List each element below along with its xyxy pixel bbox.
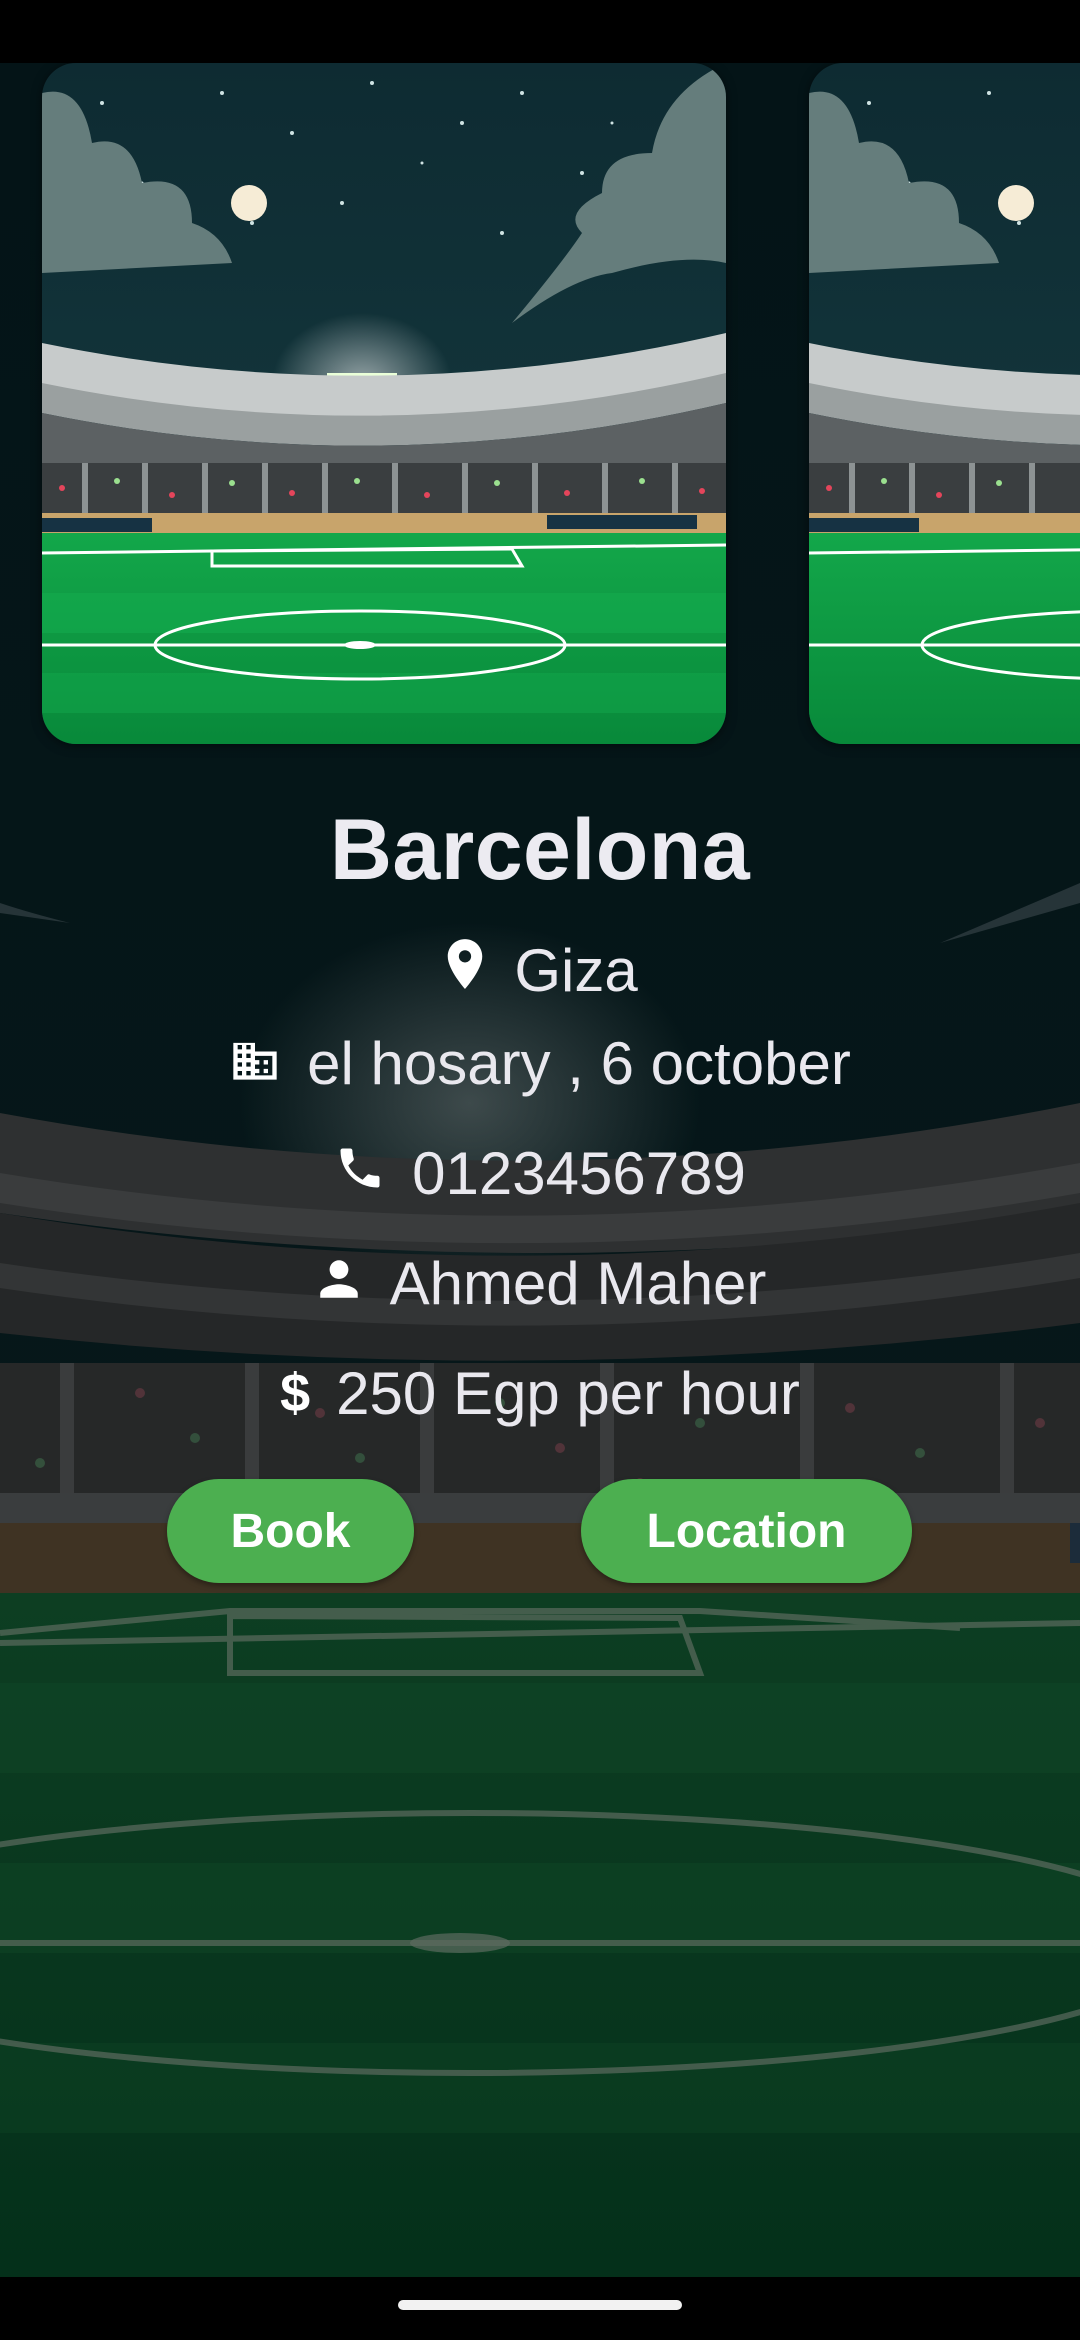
home-indicator[interactable] — [398, 2300, 682, 2310]
city-text: Giza — [514, 936, 638, 1004]
phone-row: 0123456789 — [0, 1125, 1080, 1221]
stadium-illustration — [809, 63, 1080, 744]
book-button[interactable]: Book — [167, 1479, 414, 1583]
stadium-illustration — [42, 63, 726, 744]
person-icon — [314, 1249, 364, 1318]
price-row: $ 250 Egp per hour — [0, 1345, 1080, 1441]
address-row: el hosary , 6 october — [0, 1015, 1080, 1111]
address-text: el hosary , 6 october — [307, 1029, 851, 1097]
stadium-image-card[interactable] — [42, 63, 726, 744]
stadium-detail-screen: Barcelona Giza el hosary , 6 october 012… — [0, 63, 1080, 2277]
owner-row: Ahmed Maher — [0, 1235, 1080, 1331]
city-row: Giza — [0, 925, 1080, 1015]
stadium-image-card[interactable] — [809, 63, 1080, 744]
location-pin-icon — [442, 936, 488, 1005]
building-icon — [229, 1029, 281, 1098]
dollar-icon: $ — [280, 1363, 311, 1423]
location-button[interactable]: Location — [581, 1479, 912, 1583]
status-bar — [0, 0, 1080, 63]
phone-icon — [334, 1139, 386, 1208]
phone-text: 0123456789 — [412, 1139, 746, 1207]
owner-text: Ahmed Maher — [389, 1249, 767, 1317]
price-text: 250 Egp per hour — [336, 1359, 800, 1427]
stadium-name: Barcelona — [329, 802, 751, 898]
